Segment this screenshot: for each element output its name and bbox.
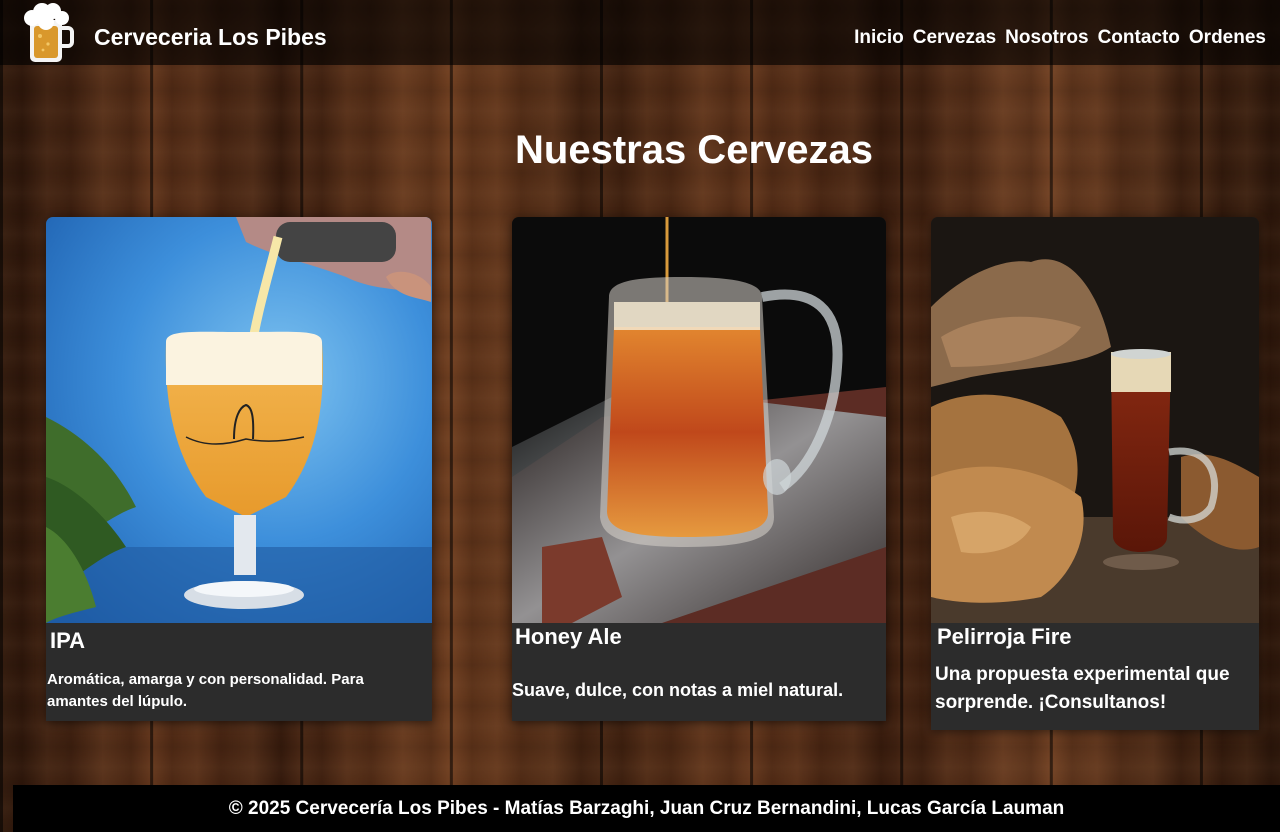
site-header: Cerveceria Los Pibes Inicio Cervezas Nos… [0,0,1280,65]
beer-name: IPA [50,628,86,653]
beer-card-pelirroja-fire[interactable]: Pelirroja Fire Una propuesta experimenta… [931,217,1259,730]
site-footer: © 2025 Cervecería Los Pibes - Matías Bar… [13,785,1280,832]
nav-link-inicio[interactable]: Inicio [854,27,904,49]
beer-description: Suave, dulce, con notas a miel natural. [512,680,844,700]
brand-name: Cerveceria Los Pibes [94,24,327,50]
beer-card-honey-ale[interactable]: Honey Ale Suave, dulce, con notas a miel… [512,217,886,721]
page-title: Nuestras Cervezas [515,128,873,172]
nav-link-cervezas[interactable]: Cervezas [913,27,996,49]
nav-link-nosotros[interactable]: Nosotros [1005,27,1088,49]
beer-description: Aromática, amarga y con personalidad. Pa… [47,671,364,710]
nav-link-contacto[interactable]: Contacto [1098,27,1180,49]
ipa-beer-image [46,217,432,623]
beer-name: Pelirroja Fire [937,624,1072,649]
pelirroja-fire-beer-image [931,217,1259,623]
beer-description: Una propuesta experimental que sorprende… [935,664,1230,713]
nav-link-ordenes[interactable]: Ordenes [1189,27,1266,49]
honey-ale-beer-image [512,217,886,623]
main-nav: Inicio Cervezas Nosotros Contacto Ordene… [854,27,1266,49]
beer-card-ipa[interactable]: IPA Aromática, amarga y con personalidad… [46,217,432,721]
beer-mug-icon[interactable] [18,2,74,64]
footer-copyright: © 2025 Cervecería Los Pibes - Matías Bar… [228,798,1065,819]
beer-name: Honey Ale [515,624,622,649]
